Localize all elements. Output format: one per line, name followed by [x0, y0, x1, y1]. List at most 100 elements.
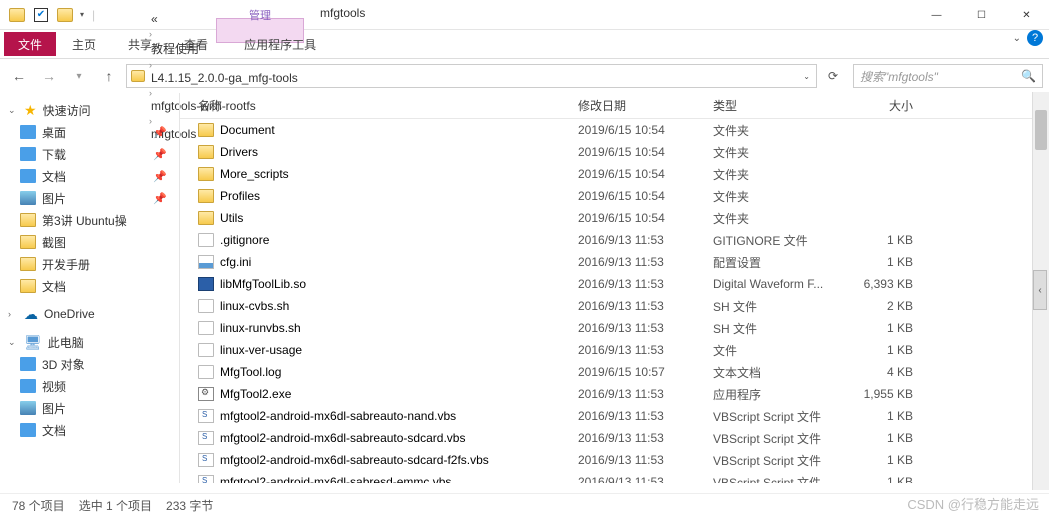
chevron-down-icon: ⌄: [8, 105, 18, 116]
onedrive-item[interactable]: › ☁ OneDrive: [0, 303, 179, 325]
file-row[interactable]: Profiles2019/6/15 10:54文件夹: [180, 185, 1049, 207]
sidebar-item[interactable]: 图片📌: [0, 187, 179, 209]
file-row[interactable]: MfgTool2.exe2016/9/13 11:53应用程序1,955 KB: [180, 383, 1049, 405]
file-date: 2016/9/13 11:53: [578, 343, 713, 357]
file-size: 1 KB: [853, 453, 933, 467]
file-tab[interactable]: 文件: [4, 32, 56, 56]
sidebar-item[interactable]: 开发手册: [0, 253, 179, 275]
file-icon: [198, 255, 214, 269]
minimize-button[interactable]: ―: [914, 0, 959, 30]
file-row[interactable]: linux-runvbs.sh2016/9/13 11:53SH 文件1 KB: [180, 317, 1049, 339]
pin-icon: 📌: [153, 192, 167, 205]
sidebar-item[interactable]: 截图: [0, 231, 179, 253]
nav-pane: ⌄ ★ 快速访问 桌面📌下载📌文档📌图片📌第3讲 Ubuntu操截图开发手册文档…: [0, 93, 180, 483]
contextual-tab-manage[interactable]: 管理: [220, 0, 300, 30]
file-date: 2016/9/13 11:53: [578, 387, 713, 401]
col-date[interactable]: 修改日期: [578, 97, 713, 114]
address-dropdown-icon[interactable]: ⌄: [801, 72, 812, 81]
recent-dropdown[interactable]: ▾: [66, 63, 92, 89]
search-placeholder: 搜索"mfgtools": [860, 68, 1021, 85]
refresh-button[interactable]: ⟳: [821, 65, 845, 87]
this-pc-header[interactable]: ⌄ 🖥 此电脑: [0, 331, 179, 353]
file-name: linux-cvbs.sh: [220, 299, 289, 313]
file-row[interactable]: libMfgToolLib.so2016/9/13 11:53Digital W…: [180, 273, 1049, 295]
col-name[interactable]: 名称: [198, 97, 578, 114]
file-type: 文本文档: [713, 364, 853, 381]
share-tab[interactable]: 共享: [112, 32, 168, 56]
sidebar-item[interactable]: 3D 对象: [0, 353, 179, 375]
close-button[interactable]: ✕: [1004, 0, 1049, 30]
chevron-right-icon: ›: [147, 60, 154, 70]
search-box[interactable]: 搜索"mfgtools" 🔍: [853, 64, 1043, 88]
column-headers[interactable]: 名称 修改日期 类型 大小: [180, 93, 1049, 119]
file-row[interactable]: MfgTool.log2019/6/15 10:57文本文档4 KB: [180, 361, 1049, 383]
file-row[interactable]: Drivers2019/6/15 10:54文件夹: [180, 141, 1049, 163]
file-icon: [198, 431, 214, 445]
file-size: 2 KB: [853, 299, 933, 313]
breadcrumb-segment[interactable]: L4.1.15_2.0.0-ga_mfg-tools: [147, 71, 302, 85]
file-icon: [198, 189, 214, 203]
qat-new-folder[interactable]: [54, 4, 76, 26]
file-type: VBScript Script 文件: [713, 452, 853, 469]
sidebar-item[interactable]: 文档📌: [0, 165, 179, 187]
sidebar-item[interactable]: 图片: [0, 397, 179, 419]
search-icon: 🔍: [1021, 69, 1036, 83]
file-size: 1 KB: [853, 321, 933, 335]
breadcrumb-bar[interactable]: «›教程使用›L4.1.15_2.0.0-ga_mfg-tools›mfgtoo…: [126, 64, 817, 88]
sidebar-item[interactable]: 视频: [0, 375, 179, 397]
file-name: Document: [220, 123, 275, 137]
file-name: .gitignore: [220, 233, 269, 247]
file-size: 1 KB: [853, 409, 933, 423]
quick-access-header[interactable]: ⌄ ★ 快速访问: [0, 99, 179, 121]
file-date: 2016/9/13 11:53: [578, 277, 713, 291]
qat-divider: |: [92, 8, 95, 22]
file-row[interactable]: More_scripts2019/6/15 10:54文件夹: [180, 163, 1049, 185]
sidebar-item[interactable]: 第3讲 Ubuntu操: [0, 209, 179, 231]
file-row[interactable]: Document2019/6/15 10:54文件夹: [180, 119, 1049, 141]
file-icon: [198, 123, 214, 137]
file-type: SH 文件: [713, 320, 853, 337]
view-tab[interactable]: 查看: [168, 32, 224, 56]
up-button[interactable]: ↑: [96, 63, 122, 89]
file-type: 文件: [713, 342, 853, 359]
file-date: 2016/9/13 11:53: [578, 299, 713, 313]
sidebar-item[interactable]: 下载📌: [0, 143, 179, 165]
back-button[interactable]: ←: [6, 63, 32, 89]
file-row[interactable]: mfgtool2-android-mx6dl-sabreauto-sdcard.…: [180, 427, 1049, 449]
preview-pane-toggle[interactable]: ‹: [1033, 270, 1047, 310]
col-size[interactable]: 大小: [853, 97, 933, 114]
sidebar-item[interactable]: 文档: [0, 419, 179, 441]
file-row[interactable]: mfgtool2-android-mx6dl-sabresd-emmc.vbs2…: [180, 471, 1049, 483]
file-row[interactable]: Utils2019/6/15 10:54文件夹: [180, 207, 1049, 229]
file-type: GITIGNORE 文件: [713, 232, 853, 249]
file-row[interactable]: linux-ver-usage2016/9/13 11:53文件1 KB: [180, 339, 1049, 361]
selection-count: 选中 1 个项目: [79, 497, 152, 514]
home-tab[interactable]: 主页: [56, 32, 112, 56]
col-type[interactable]: 类型: [713, 97, 853, 114]
file-size: 1 KB: [853, 255, 933, 269]
file-name: linux-ver-usage: [220, 343, 302, 357]
sidebar-item[interactable]: 文档: [0, 275, 179, 297]
sidebar-item[interactable]: 桌面📌: [0, 121, 179, 143]
file-row[interactable]: mfgtool2-android-mx6dl-sabreauto-sdcard-…: [180, 449, 1049, 471]
app-icon[interactable]: [6, 4, 28, 26]
qat-properties-checkbox[interactable]: ✔: [30, 4, 52, 26]
file-row[interactable]: .gitignore2016/9/13 11:53GITIGNORE 文件1 K…: [180, 229, 1049, 251]
folder-icon: [20, 213, 36, 227]
file-icon: [198, 211, 214, 225]
folder-icon: [20, 423, 36, 437]
file-icon: [198, 343, 214, 357]
file-size: 1 KB: [853, 431, 933, 445]
file-row[interactable]: cfg.ini2016/9/13 11:53配置设置1 KB: [180, 251, 1049, 273]
qat-dropdown-icon[interactable]: ▾: [78, 10, 86, 19]
file-icon: [198, 453, 214, 467]
file-row[interactable]: linux-cvbs.sh2016/9/13 11:53SH 文件2 KB: [180, 295, 1049, 317]
forward-button[interactable]: →: [36, 63, 62, 89]
file-name: libMfgToolLib.so: [220, 277, 306, 291]
app-tools-tab[interactable]: 应用程序工具: [228, 32, 332, 56]
file-row[interactable]: mfgtool2-android-mx6dl-sabreauto-nand.vb…: [180, 405, 1049, 427]
folder-icon: [20, 169, 36, 183]
file-icon: [198, 277, 214, 291]
file-icon: [198, 321, 214, 335]
maximize-button[interactable]: ☐: [959, 0, 1004, 30]
